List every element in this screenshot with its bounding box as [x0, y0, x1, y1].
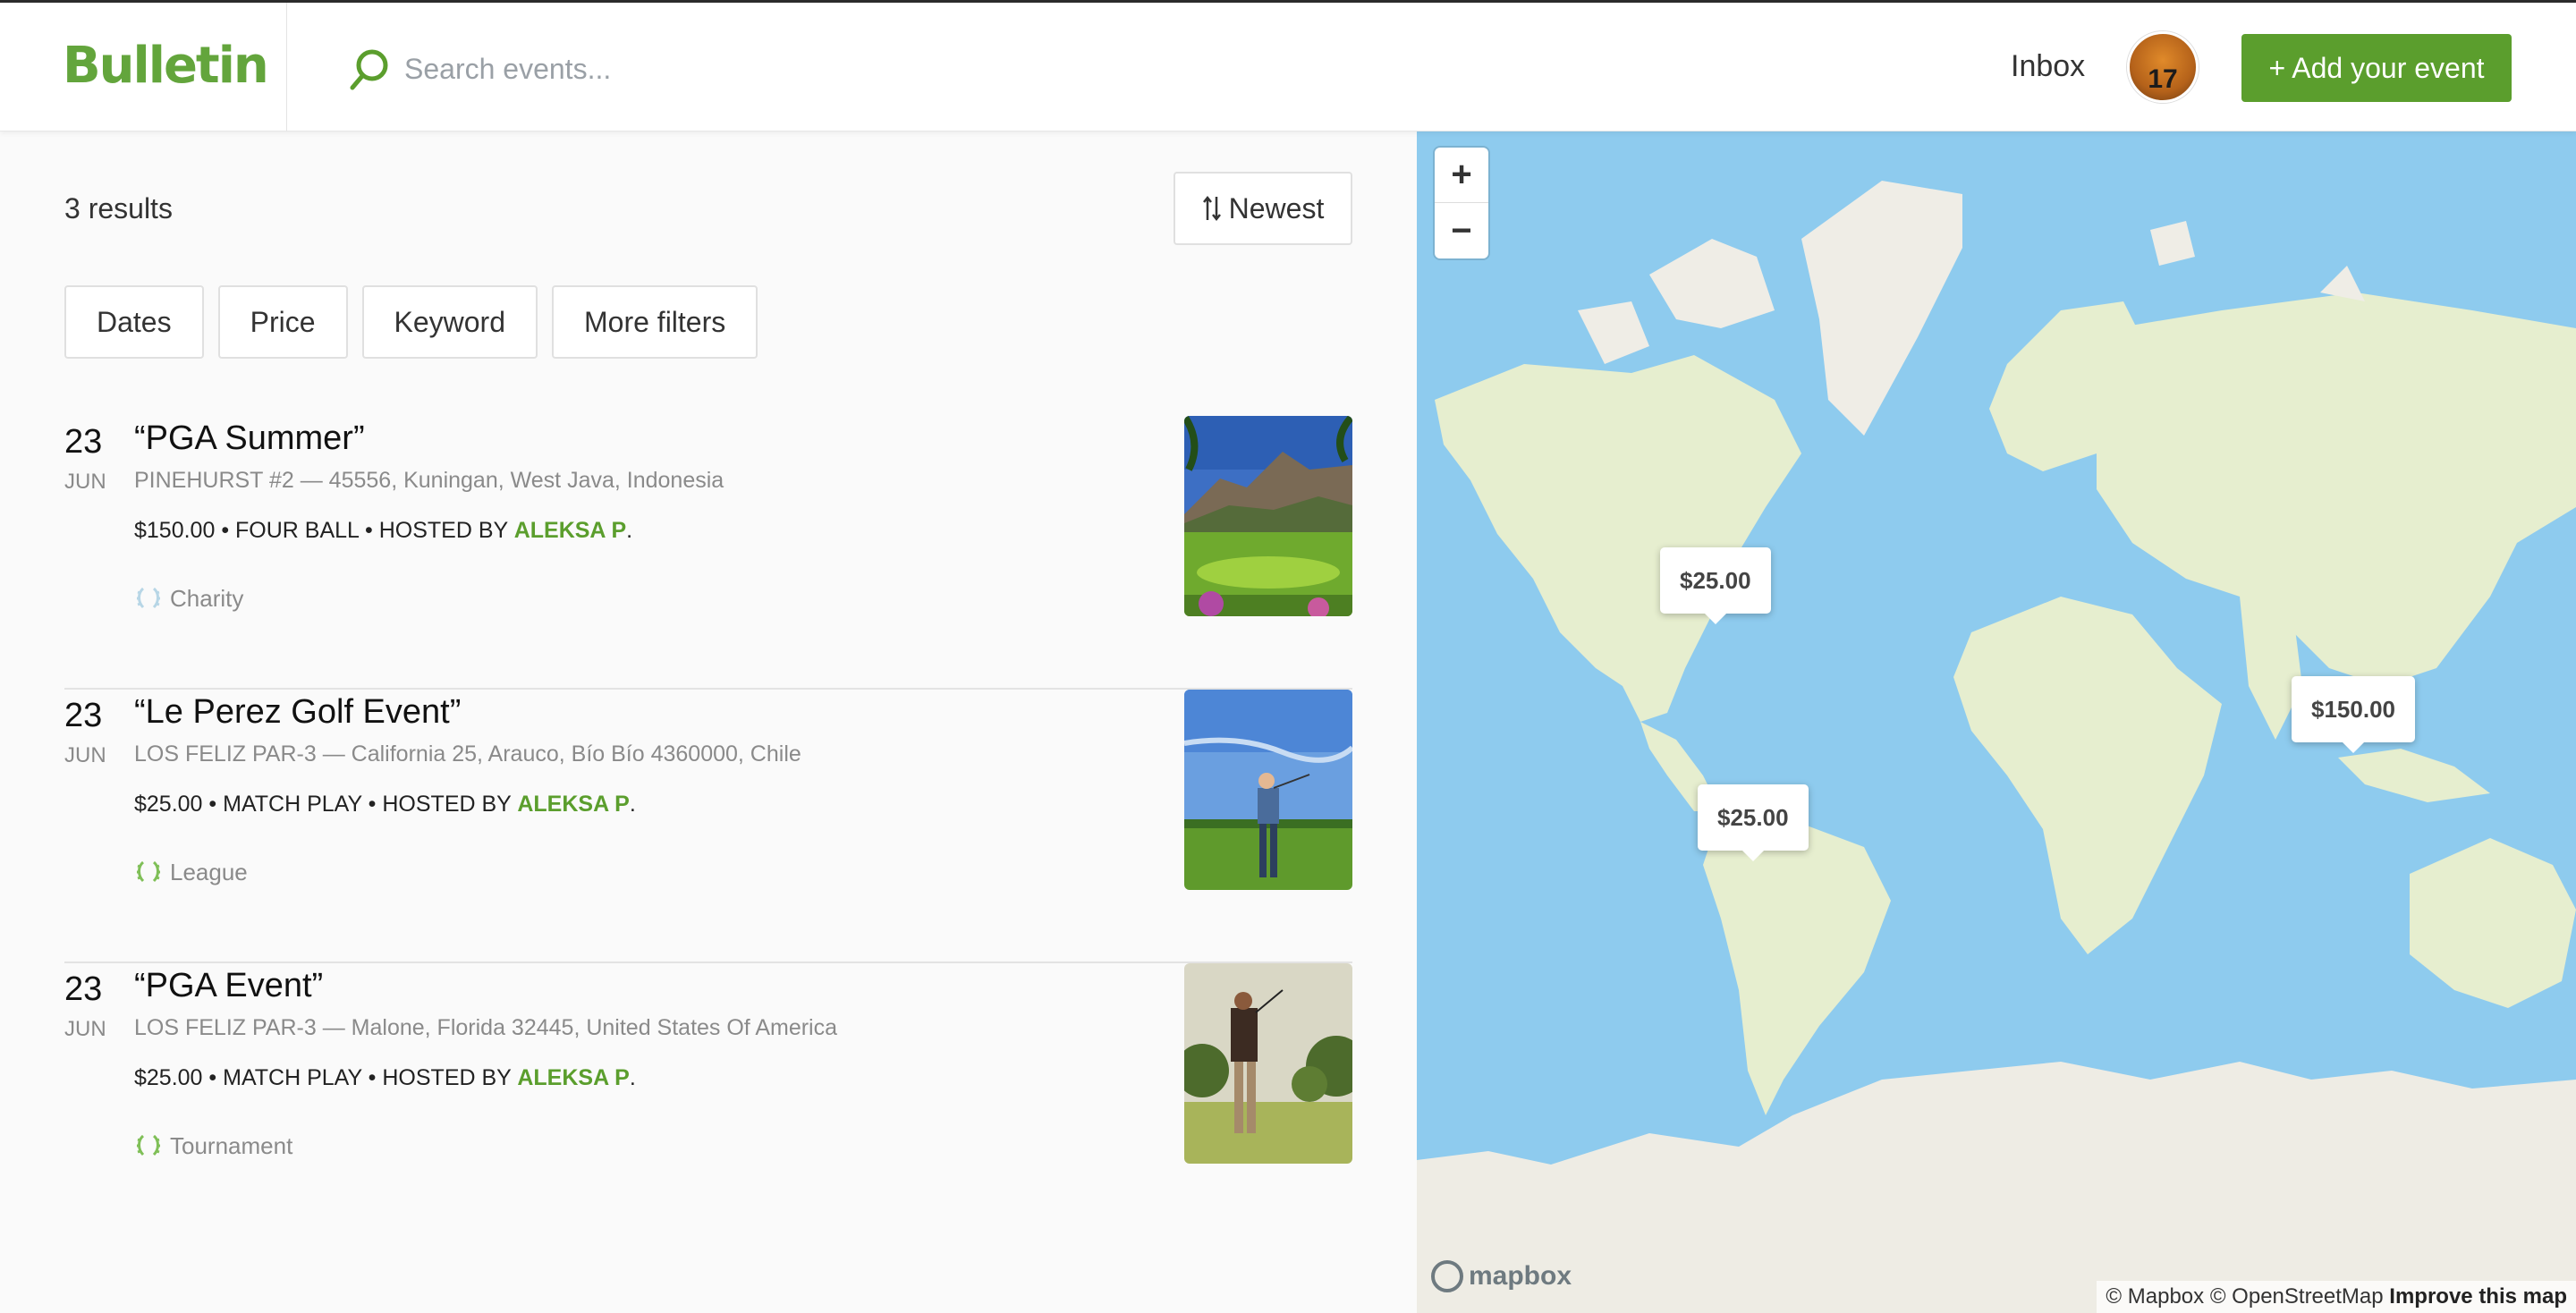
filter-keyword-button[interactable]: Keyword — [361, 285, 538, 359]
search-input[interactable] — [404, 42, 1209, 96]
event-list-item[interactable]: 23 JUN “Le Perez Golf Event” LOS FELIZ PAR-… — [64, 690, 1352, 963]
event-venue: PINEHURST #2 — [134, 468, 294, 493]
dash-separator: — — [300, 468, 329, 493]
sort-label: Newest — [1228, 191, 1325, 224]
mapbox-logo-text: mapbox — [1469, 1261, 1572, 1291]
map-attribution: © Mapbox © OpenStreetMap Improve this ma… — [2097, 1281, 2576, 1313]
event-title[interactable]: “PGA Summer” — [134, 419, 365, 458]
event-list-item[interactable]: 23 JUN “PGA Event” LOS FELIZ PAR-3 — Malone… — [64, 963, 1352, 1237]
add-event-button[interactable]: + Add your event — [2241, 34, 2512, 102]
event-address: California 25, Arauco, Bío Bío 4360000, … — [351, 741, 801, 767]
event-host-link[interactable]: ALEKSA P — [514, 518, 626, 543]
laurel-icon — [137, 1134, 160, 1156]
event-meta: $25.00 • MATCH PLAY • HOSTED BY ALEKSA P… — [134, 792, 636, 817]
logo-cell: Bulletin — [0, 3, 287, 131]
event-category-label: League — [170, 858, 248, 885]
event-host-link[interactable]: ALEKSA P — [517, 1065, 629, 1090]
zoom-in-button[interactable]: + — [1435, 148, 1488, 203]
event-list: 23 JUN “PGA Summer” PINEHURST #2 — 45556… — [64, 416, 1352, 1237]
event-venue: LOS FELIZ PAR-3 — [134, 1015, 317, 1040]
filter-bar: Dates Price Keyword More filters — [64, 285, 758, 359]
map-price-pin[interactable]: $25.00 — [1698, 784, 1809, 861]
improve-map-link[interactable]: Improve this map — [2389, 1284, 2567, 1309]
sort-icon — [1202, 195, 1221, 222]
event-month: JUN — [64, 470, 106, 494]
event-image[interactable] — [1184, 416, 1352, 616]
bulletin-logo[interactable]: Bulletin — [63, 37, 269, 95]
more-filters-button[interactable]: More filters — [552, 285, 758, 359]
event-category-label: Charity — [170, 584, 244, 612]
event-location: LOS FELIZ PAR-3 — Malone, Florida 32445,… — [134, 1015, 837, 1041]
filter-price-button[interactable]: Price — [217, 285, 348, 359]
map-price-pin[interactable]: $150.00 — [2292, 676, 2415, 753]
attribution-text[interactable]: © Mapbox © OpenStreetMap — [2106, 1284, 2383, 1309]
dash-separator: — — [316, 1015, 352, 1040]
event-host-link[interactable]: ALEKSA P — [517, 792, 629, 817]
event-price: $25.00 — [134, 792, 203, 817]
laurel-icon — [137, 860, 160, 883]
avatar[interactable]: 17 — [2127, 31, 2199, 103]
results-panel: 3 results Newest Dates Price Keyword Mor… — [0, 131, 1417, 1313]
sort-button[interactable]: Newest — [1174, 172, 1352, 245]
event-price: $150.00 — [134, 518, 216, 543]
event-hosted-by: HOSTED BY — [382, 792, 512, 817]
event-list-item[interactable]: 23 JUN “PGA Summer” PINEHURST #2 — 45556… — [64, 416, 1352, 690]
event-category: Tournament — [134, 1131, 292, 1160]
event-category-label: Tournament — [170, 1131, 293, 1159]
zoom-out-button[interactable]: − — [1435, 203, 1488, 258]
event-day: 23 — [64, 697, 103, 734]
map-price-pin[interactable]: $25.00 — [1660, 547, 1771, 624]
filter-dates-button[interactable]: Dates — [64, 285, 204, 359]
event-location: PINEHURST #2 — 45556, Kuningan, West Jav… — [134, 468, 724, 494]
event-location: LOS FELIZ PAR-3 — California 25, Arauco,… — [134, 741, 801, 767]
event-month: JUN — [64, 743, 106, 767]
event-image[interactable] — [1184, 690, 1352, 890]
event-day: 23 — [64, 423, 103, 461]
event-hosted-by: HOSTED BY — [378, 518, 508, 543]
event-title[interactable]: “Le Perez Golf Event” — [134, 693, 461, 732]
event-address: Malone, Florida 32445, United States Of … — [351, 1015, 838, 1040]
event-category: Charity — [134, 584, 243, 613]
laurel-icon — [137, 587, 160, 609]
mapbox-logo-icon — [1431, 1260, 1463, 1292]
event-meta: $25.00 • MATCH PLAY • HOSTED BY ALEKSA P… — [134, 1065, 636, 1090]
event-format: MATCH PLAY — [223, 792, 362, 817]
event-hosted-by: HOSTED BY — [382, 1065, 512, 1090]
event-price: $25.00 — [134, 1065, 203, 1090]
search-icon — [350, 49, 388, 90]
dash-separator: — — [316, 741, 352, 767]
event-title[interactable]: “PGA Event” — [134, 967, 323, 1005]
event-month: JUN — [64, 1017, 106, 1041]
inbox-link[interactable]: Inbox — [2011, 49, 2085, 84]
event-venue: LOS FELIZ PAR-3 — [134, 741, 317, 767]
results-count: 3 results — [64, 192, 173, 224]
mapbox-logo[interactable]: mapbox — [1431, 1260, 1572, 1292]
zoom-control: + − — [1435, 148, 1488, 258]
event-format: FOUR BALL — [235, 518, 360, 543]
event-address: 45556, Kuningan, West Java, Indonesia — [328, 468, 724, 493]
event-day: 23 — [64, 970, 103, 1008]
map-panel[interactable]: + − $25.00 $150.00 $25.00 mapbox © Mapbo… — [1417, 131, 2576, 1313]
event-meta: $150.00 • FOUR BALL • HOSTED BY ALEKSA P… — [134, 518, 633, 543]
event-image[interactable] — [1184, 963, 1352, 1164]
event-category: League — [134, 858, 248, 886]
event-format: MATCH PLAY — [223, 1065, 362, 1090]
avatar-number: 17 — [2148, 64, 2178, 94]
top-navigation-bar: Bulletin Inbox 17 + Add your event — [0, 0, 2576, 131]
